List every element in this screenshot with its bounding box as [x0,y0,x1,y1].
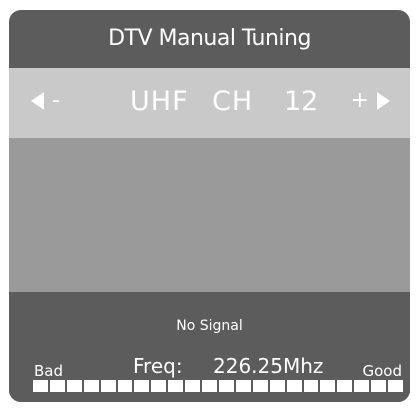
meter-segment [269,380,285,392]
meter-segment [117,380,133,392]
arrow-right-icon [377,92,390,110]
channel-selector[interactable]: - UHF CH 12 + [9,68,410,138]
signal-status-text: No Signal [176,318,243,334]
meter-segment [66,380,82,392]
plus-label: + [350,88,369,113]
frequency-label: Freq: [133,354,183,378]
meter-segment [202,380,217,392]
meter-segment [303,380,319,392]
meter-segment [185,380,201,392]
meter-segment [320,380,336,392]
meter-segment [286,380,302,392]
signal-quality-meter [33,380,403,392]
meter-segment [252,380,268,392]
meter-segment [354,380,370,392]
dtv-tuning-panel: DTV Manual Tuning - UHF CH 12 + No Signa… [9,10,410,402]
meter-segment [134,380,150,392]
minus-label: - [52,88,60,113]
meter-segment [151,380,167,392]
meter-segment [337,380,353,392]
band-label: UHF [130,86,189,117]
meter-segment [371,380,387,392]
meter-segment [218,380,234,392]
arrow-left-icon [31,92,44,110]
channel-decrement[interactable]: - [31,88,60,113]
content-area [9,138,410,292]
channel-increment[interactable]: + [350,88,390,113]
meter-segment [49,380,65,392]
meter-segment [235,380,251,392]
signal-status-area: No Signal Bad Freq: 226.25Mhz Good [9,292,410,402]
meter-segment [168,380,184,392]
quality-good-label: Good [362,362,403,380]
frequency-value: 226.25Mhz [213,354,324,378]
channel-label: CH [212,86,254,117]
channel-number: 12 [284,86,319,117]
quality-bad-label: Bad [34,362,64,380]
page-title: DTV Manual Tuning [108,25,311,51]
meter-segment [388,380,403,392]
meter-segment [83,380,99,392]
meter-segment [100,380,116,392]
meter-segment [33,380,48,392]
